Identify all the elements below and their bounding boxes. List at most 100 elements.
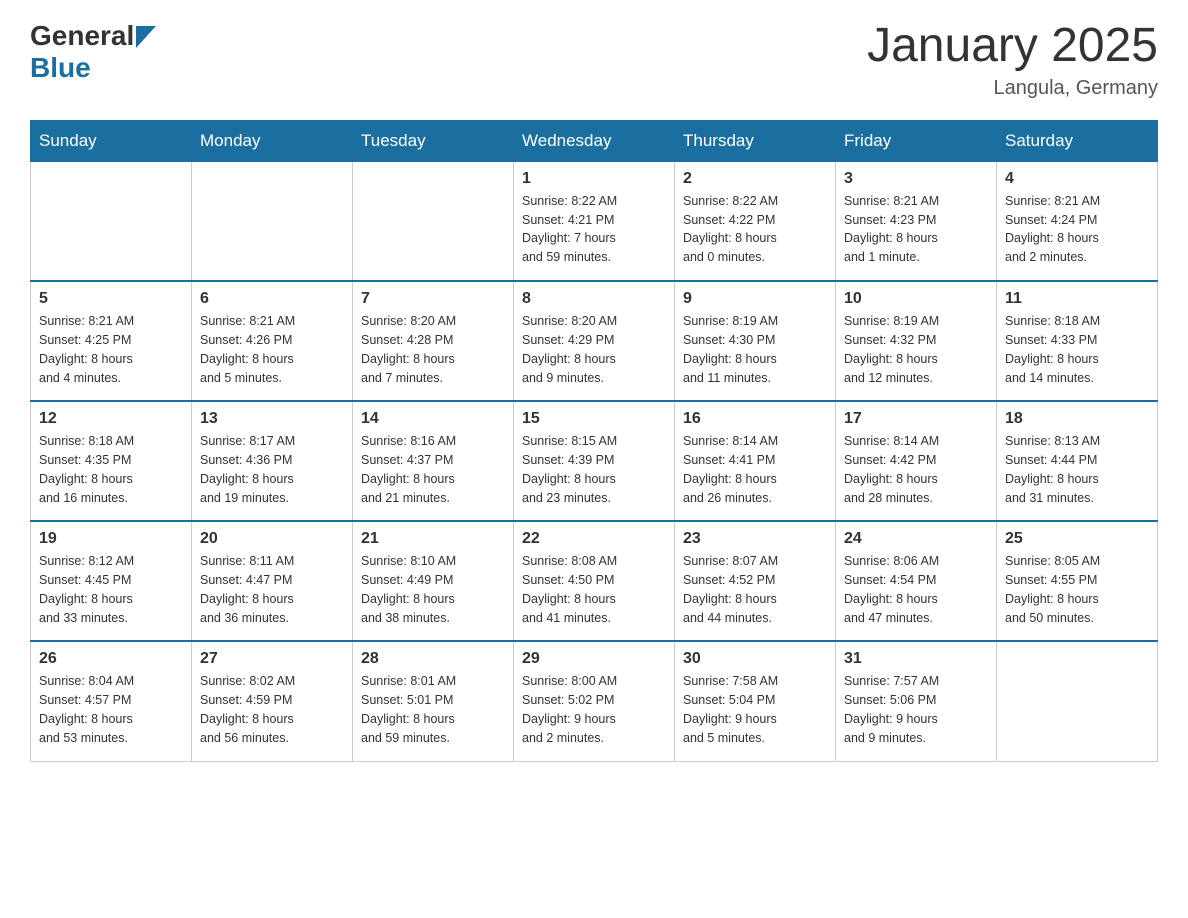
calendar-cell: 7 Sunrise: 8:20 AM Sunset: 4:28 PM Daylig… <box>353 281 514 401</box>
calendar-cell: 26 Sunrise: 8:04 AM Sunset: 4:57 PM Dayli… <box>31 641 192 761</box>
calendar-cell: 27Sunrise: 8:02 AM Sunset: 4:59 PM Dayli… <box>192 641 353 761</box>
week-row-1: 1 Sunrise: 8:22 AM Sunset: 4:21 PM Daylig… <box>31 161 1158 281</box>
day-info: Sunrise: 8:13 AM Sunset: 4:44 PM Dayligh… <box>1005 432 1149 507</box>
calendar-cell: 12 Sunrise: 8:18 AM Sunset: 4:35 PM Dayli… <box>31 401 192 521</box>
day-number: 9 <box>683 290 827 308</box>
day-number: 13 <box>200 410 344 428</box>
calendar-cell: 22Sunrise: 8:08 AM Sunset: 4:50 PM Dayli… <box>514 521 675 641</box>
day-info: Sunrise: 8:06 AM Sunset: 4:54 PM Dayligh… <box>844 552 988 627</box>
calendar-cell: 23 Sunrise: 8:07 AM Sunset: 4:52 PM Dayli… <box>675 521 836 641</box>
day-info: Sunrise: 8:21 AM Sunset: 4:23 PM Dayligh… <box>844 192 988 267</box>
day-info: Sunrise: 8:04 AM Sunset: 4:57 PM Dayligh… <box>39 672 183 747</box>
day-info: Sunrise: 8:14 AM Sunset: 4:41 PM Dayligh… <box>683 432 827 507</box>
day-info: Sunrise: 8:18 AM Sunset: 4:33 PM Dayligh… <box>1005 312 1149 387</box>
day-header-friday: Friday <box>836 120 997 161</box>
day-header-monday: Monday <box>192 120 353 161</box>
calendar-cell: 15 Sunrise: 8:15 AM Sunset: 4:39 PM Dayli… <box>514 401 675 521</box>
calendar-cell <box>353 161 514 281</box>
week-row-5: 26 Sunrise: 8:04 AM Sunset: 4:57 PM Dayli… <box>31 641 1158 761</box>
calendar-cell <box>31 161 192 281</box>
day-number: 14 <box>361 410 505 428</box>
day-info: Sunrise: 8:07 AM Sunset: 4:52 PM Dayligh… <box>683 552 827 627</box>
day-number: 26 <box>39 650 183 668</box>
day-number: 2 <box>683 170 827 188</box>
calendar-cell: 13 Sunrise: 8:17 AM Sunset: 4:36 PM Dayli… <box>192 401 353 521</box>
day-number: 17 <box>844 410 988 428</box>
logo-triangle-icon <box>136 26 156 48</box>
calendar-cell: 16 Sunrise: 8:14 AM Sunset: 4:41 PM Dayli… <box>675 401 836 521</box>
day-number: 11 <box>1005 290 1149 308</box>
day-info: Sunrise: 8:15 AM Sunset: 4:39 PM Dayligh… <box>522 432 666 507</box>
day-number: 28 <box>361 650 505 668</box>
calendar-cell <box>997 641 1158 761</box>
day-number: 25 <box>1005 530 1149 548</box>
day-info: Sunrise: 8:14 AM Sunset: 4:42 PM Dayligh… <box>844 432 988 507</box>
page-header: General Blue January 2025 Langula, Germa… <box>30 20 1158 100</box>
day-number: 16 <box>683 410 827 428</box>
day-info: Sunrise: 8:10 AM Sunset: 4:49 PM Dayligh… <box>361 552 505 627</box>
day-info: Sunrise: 8:22 AM Sunset: 4:21 PM Dayligh… <box>522 192 666 267</box>
calendar-cell: 29Sunrise: 8:00 AM Sunset: 5:02 PM Dayli… <box>514 641 675 761</box>
day-number: 20 <box>200 530 344 548</box>
calendar-cell: 30 Sunrise: 7:58 AM Sunset: 5:04 PM Dayli… <box>675 641 836 761</box>
day-info: Sunrise: 7:58 AM Sunset: 5:04 PM Dayligh… <box>683 672 827 747</box>
day-info: Sunrise: 8:05 AM Sunset: 4:55 PM Dayligh… <box>1005 552 1149 627</box>
day-info: Sunrise: 8:19 AM Sunset: 4:30 PM Dayligh… <box>683 312 827 387</box>
calendar-cell: 6 Sunrise: 8:21 AM Sunset: 4:26 PM Daylig… <box>192 281 353 401</box>
calendar-subtitle: Langula, Germany <box>867 77 1158 100</box>
day-number: 5 <box>39 290 183 308</box>
day-info: Sunrise: 8:02 AM Sunset: 4:59 PM Dayligh… <box>200 672 344 747</box>
day-info: Sunrise: 8:21 AM Sunset: 4:25 PM Dayligh… <box>39 312 183 387</box>
title-section: January 2025 Langula, Germany <box>867 20 1158 100</box>
day-number: 31 <box>844 650 988 668</box>
calendar-cell: 18Sunrise: 8:13 AM Sunset: 4:44 PM Dayli… <box>997 401 1158 521</box>
day-number: 15 <box>522 410 666 428</box>
day-header-sunday: Sunday <box>31 120 192 161</box>
days-header-row: SundayMondayTuesdayWednesdayThursdayFrid… <box>31 120 1158 161</box>
week-row-4: 19Sunrise: 8:12 AM Sunset: 4:45 PM Dayli… <box>31 521 1158 641</box>
day-number: 10 <box>844 290 988 308</box>
day-number: 12 <box>39 410 183 428</box>
calendar-cell: 19Sunrise: 8:12 AM Sunset: 4:45 PM Dayli… <box>31 521 192 641</box>
day-number: 6 <box>200 290 344 308</box>
day-info: Sunrise: 8:21 AM Sunset: 4:26 PM Dayligh… <box>200 312 344 387</box>
day-number: 1 <box>522 170 666 188</box>
calendar-cell: 1 Sunrise: 8:22 AM Sunset: 4:21 PM Daylig… <box>514 161 675 281</box>
calendar-table: SundayMondayTuesdayWednesdayThursdayFrid… <box>30 120 1158 762</box>
calendar-cell: 24Sunrise: 8:06 AM Sunset: 4:54 PM Dayli… <box>836 521 997 641</box>
day-number: 4 <box>1005 170 1149 188</box>
day-info: Sunrise: 8:17 AM Sunset: 4:36 PM Dayligh… <box>200 432 344 507</box>
calendar-cell: 9 Sunrise: 8:19 AM Sunset: 4:30 PM Daylig… <box>675 281 836 401</box>
calendar-cell: 4 Sunrise: 8:21 AM Sunset: 4:24 PM Daylig… <box>997 161 1158 281</box>
day-info: Sunrise: 8:19 AM Sunset: 4:32 PM Dayligh… <box>844 312 988 387</box>
day-number: 8 <box>522 290 666 308</box>
day-info: Sunrise: 8:20 AM Sunset: 4:28 PM Dayligh… <box>361 312 505 387</box>
day-info: Sunrise: 8:21 AM Sunset: 4:24 PM Dayligh… <box>1005 192 1149 267</box>
day-number: 30 <box>683 650 827 668</box>
logo: General Blue <box>30 20 156 84</box>
day-number: 21 <box>361 530 505 548</box>
calendar-cell: 31 Sunrise: 7:57 AM Sunset: 5:06 PM Dayli… <box>836 641 997 761</box>
day-number: 22 <box>522 530 666 548</box>
week-row-2: 5 Sunrise: 8:21 AM Sunset: 4:25 PM Daylig… <box>31 281 1158 401</box>
day-info: Sunrise: 7:57 AM Sunset: 5:06 PM Dayligh… <box>844 672 988 747</box>
calendar-cell: 5 Sunrise: 8:21 AM Sunset: 4:25 PM Daylig… <box>31 281 192 401</box>
calendar-cell: 14 Sunrise: 8:16 AM Sunset: 4:37 PM Dayli… <box>353 401 514 521</box>
day-number: 7 <box>361 290 505 308</box>
calendar-cell: 17 Sunrise: 8:14 AM Sunset: 4:42 PM Dayli… <box>836 401 997 521</box>
day-info: Sunrise: 8:11 AM Sunset: 4:47 PM Dayligh… <box>200 552 344 627</box>
calendar-cell: 3Sunrise: 8:21 AM Sunset: 4:23 PM Daylig… <box>836 161 997 281</box>
calendar-cell: 25 Sunrise: 8:05 AM Sunset: 4:55 PM Dayli… <box>997 521 1158 641</box>
calendar-cell: 28 Sunrise: 8:01 AM Sunset: 5:01 PM Dayli… <box>353 641 514 761</box>
day-info: Sunrise: 8:16 AM Sunset: 4:37 PM Dayligh… <box>361 432 505 507</box>
day-header-tuesday: Tuesday <box>353 120 514 161</box>
week-row-3: 12 Sunrise: 8:18 AM Sunset: 4:35 PM Dayli… <box>31 401 1158 521</box>
day-number: 29 <box>522 650 666 668</box>
day-info: Sunrise: 8:01 AM Sunset: 5:01 PM Dayligh… <box>361 672 505 747</box>
calendar-cell <box>192 161 353 281</box>
calendar-cell: 21 Sunrise: 8:10 AM Sunset: 4:49 PM Dayli… <box>353 521 514 641</box>
day-header-thursday: Thursday <box>675 120 836 161</box>
calendar-cell: 10 Sunrise: 8:19 AM Sunset: 4:32 PM Dayli… <box>836 281 997 401</box>
day-number: 23 <box>683 530 827 548</box>
day-info: Sunrise: 8:18 AM Sunset: 4:35 PM Dayligh… <box>39 432 183 507</box>
